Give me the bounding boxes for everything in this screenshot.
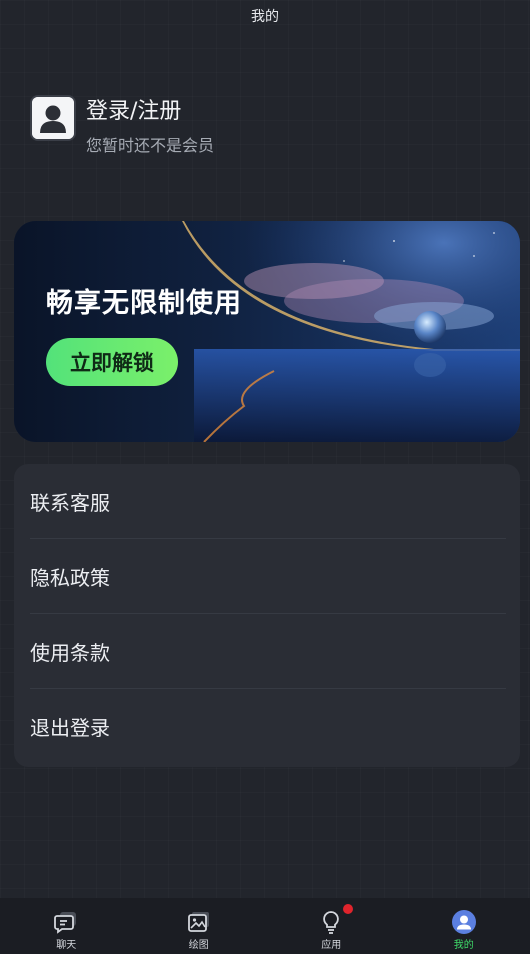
tab-chat[interactable]: 聊天 [0, 898, 133, 954]
menu-item-privacy-policy[interactable]: 隐私政策 [14, 539, 520, 614]
profile-page: 我的 登录/注册 您暂时还不是会员 畅享无限制使用 立即解锁 联系客服 隐私政策… [0, 0, 530, 954]
tab-label-apps: 应用 [321, 940, 342, 951]
profile-icon [451, 910, 476, 934]
unlock-button[interactable]: 立即解锁 [46, 338, 178, 386]
notification-badge [343, 904, 354, 914]
tab-draw[interactable]: 绘图 [133, 898, 266, 954]
lightbulb-icon [319, 904, 354, 934]
banner-title: 畅享无限制使用 [46, 288, 242, 319]
bottom-tab-bar: 聊天 绘图 应用 我的 [0, 898, 530, 954]
tab-apps[interactable]: 应用 [265, 898, 398, 954]
login-profile[interactable]: 登录/注册 您暂时还不是会员 [30, 95, 214, 156]
chat-icon [54, 910, 78, 934]
tab-mine[interactable]: 我的 [398, 898, 530, 954]
tab-label-draw: 绘图 [188, 940, 209, 951]
menu-item-logout[interactable]: 退出登录 [14, 689, 520, 764]
user-icon[interactable] [30, 95, 76, 141]
menu-item-terms-of-use[interactable]: 使用条款 [14, 614, 520, 689]
membership-status: 您暂时还不是会员 [86, 136, 215, 155]
tab-label-chat: 聊天 [56, 940, 77, 951]
image-icon [187, 910, 211, 934]
tab-label-mine: 我的 [453, 940, 474, 951]
settings-menu: 联系客服 隐私政策 使用条款 退出登录 [14, 464, 520, 767]
banner-artwork [14, 221, 520, 442]
page-title: 我的 [251, 9, 279, 25]
menu-item-contact-support[interactable]: 联系客服 [14, 464, 520, 539]
login-register-link[interactable]: 登录/注册 [86, 93, 214, 131]
unlock-banner[interactable]: 畅享无限制使用 立即解锁 [14, 221, 520, 442]
